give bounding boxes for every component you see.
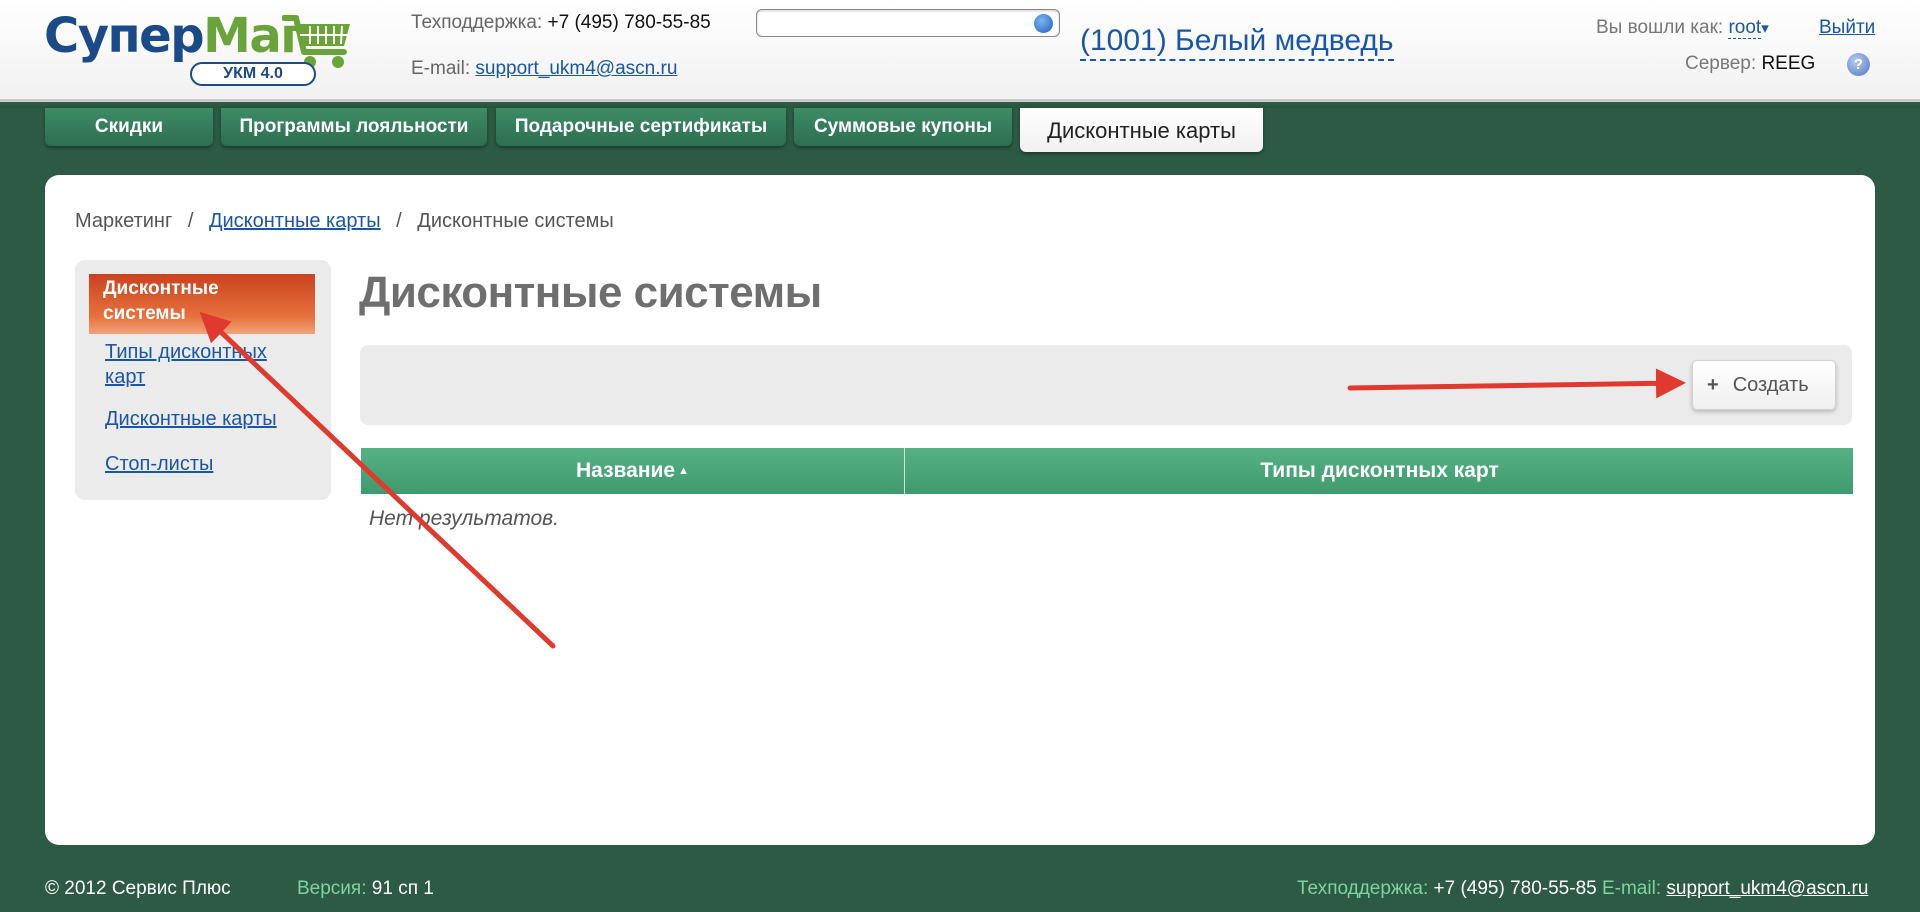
support-email: E-mail: support_ukm4@ascn.ru (411, 58, 678, 79)
help-icon[interactable]: ? (1847, 53, 1870, 76)
tab-loyalty-programs[interactable]: Программы лояльности (221, 108, 487, 146)
sidebar-nav: Дисконтные системы Типы дисконтных карт … (75, 260, 331, 500)
user-menu[interactable]: root (1728, 17, 1762, 39)
chevron-down-icon[interactable]: ▾ (1761, 20, 1769, 37)
support-phone: Техподдержка: +7 (495) 780-55-85 (411, 12, 711, 33)
toolbar: + Создать (360, 345, 1852, 425)
create-button[interactable]: + Создать (1692, 360, 1836, 410)
footer-support: Техподдержка: +7 (495) 780-55-85 E-mail:… (1297, 878, 1869, 899)
support-email-link[interactable]: support_ukm4@ascn.ru (475, 58, 677, 79)
logout-link[interactable]: Выйти (1819, 17, 1875, 39)
search-icon[interactable] (1034, 14, 1053, 33)
sidebar-item-stop-lists[interactable]: Стоп-листы (105, 452, 305, 477)
server-info: Сервер: REEG (1685, 53, 1816, 74)
sidebar-item-discount-systems[interactable]: Дисконтные системы (89, 274, 315, 334)
app-header: СуперМаг УКМ 4.0 Техподдержка: +7 (495) … (0, 0, 1920, 102)
search-input[interactable] (756, 9, 1060, 37)
logo-text: СуперМаг (44, 8, 305, 64)
tab-discounts[interactable]: Скидки (45, 108, 213, 146)
breadcrumb-link-discount-cards[interactable]: Дисконтные карты (209, 210, 381, 232)
breadcrumb-root: Маркетинг (75, 210, 173, 232)
sidebar-item-discount-card-types[interactable]: Типы дисконтных карт (105, 340, 305, 390)
footer-email-link[interactable]: support_ukm4@ascn.ru (1666, 878, 1868, 899)
create-button-label: Создать (1732, 374, 1809, 396)
content-panel: Маркетинг / Дисконтные карты / Дисконтны… (45, 175, 1875, 845)
empty-results-message: Нет результатов. (369, 507, 559, 530)
table-header: Название ▲ Типы дисконтных карт (361, 448, 1853, 494)
breadcrumb-current: Дисконтные системы (417, 210, 614, 232)
plus-icon: + (1707, 374, 1719, 396)
column-header-card-types[interactable]: Типы дисконтных карт (906, 448, 1853, 494)
user-info: Вы вошли как: root▾ (1596, 17, 1769, 39)
breadcrumb: Маркетинг / Дисконтные карты / Дисконтны… (75, 210, 614, 232)
shop-selector[interactable]: (1001) Белый медведь (1080, 24, 1394, 61)
version-badge: УКМ 4.0 (190, 62, 316, 86)
tab-discount-cards[interactable]: Дисконтные карты (1020, 108, 1263, 152)
sort-ascending-icon: ▲ (678, 465, 689, 477)
footer-copyright: © 2012 Сервис Плюс (45, 878, 231, 899)
column-header-name[interactable]: Название ▲ (361, 448, 905, 494)
app-logo[interactable]: СуперМаг УКМ 4.0 (44, 8, 354, 90)
tab-gift-certificates[interactable]: Подарочные сертификаты (496, 108, 786, 146)
page-title: Дисконтные системы (359, 268, 822, 317)
sidebar-item-discount-cards[interactable]: Дисконтные карты (105, 407, 305, 432)
footer-version: Версия: 91 сп 1 (297, 878, 434, 899)
tab-sum-coupons[interactable]: Суммовые купоны (794, 108, 1012, 146)
